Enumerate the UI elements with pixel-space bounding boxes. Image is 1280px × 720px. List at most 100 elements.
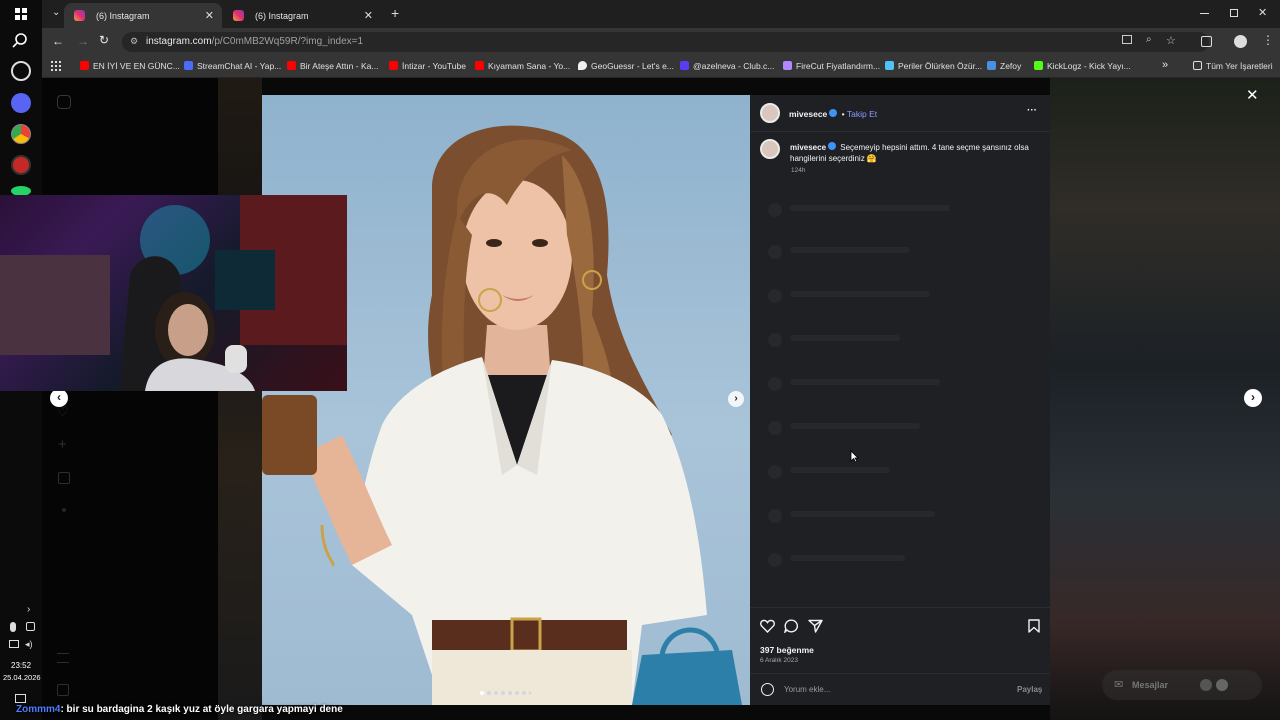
caption-time: 124h	[791, 167, 806, 174]
comment-icon[interactable]	[784, 619, 799, 633]
post-image: ›	[262, 95, 750, 705]
comment-placeholder-line	[790, 511, 935, 517]
tab-instagram-2[interactable]: (6) Instagram ✕	[223, 3, 381, 28]
bookmark-item[interactable]: Periler Ölürken Özür...	[885, 61, 982, 71]
kick-icon	[1034, 61, 1043, 70]
search-icon[interactable]	[12, 32, 28, 48]
forward-button[interactable]: →	[77, 34, 89, 48]
comment-placeholder-avatar	[768, 203, 782, 217]
comment-placeholder-avatar	[768, 553, 782, 567]
carousel-indicator	[480, 691, 532, 695]
messages-label: Mesajlar	[1132, 680, 1169, 690]
chatgpt-icon[interactable]	[11, 61, 31, 81]
geoguessr-icon	[578, 61, 587, 70]
notification-icon[interactable]	[15, 694, 26, 703]
bookmark-item[interactable]: StreamChat AI - Yap...	[184, 61, 281, 71]
reload-button[interactable]: ↻	[99, 33, 109, 47]
chat-username: Zommm4	[16, 704, 61, 715]
like-count[interactable]: 397 beğenme	[760, 645, 814, 655]
firecut-icon	[783, 61, 792, 70]
messages-avatar	[1216, 679, 1228, 691]
camera-icon[interactable]	[26, 622, 35, 631]
windows-start-icon[interactable]	[15, 8, 27, 20]
bookmark-item[interactable]: Kıyamam Sana - Yo...	[475, 61, 570, 71]
clock-date[interactable]: 25.04.2026	[3, 673, 41, 682]
bookmark-item[interactable]: EN İYİ VE EN GÜNC...	[80, 61, 180, 71]
network-icon[interactable]	[9, 640, 19, 648]
bookmark-item[interactable]: Bir Ateşe Attın - Ka...	[287, 61, 378, 71]
address-bar[interactable]: ⚙ instagram.com/p/C0mMB2Wq59R/?img_index…	[122, 32, 1209, 52]
comment-placeholder-line	[790, 555, 905, 561]
tab-instagram-1[interactable]: (6) Instagram ✕	[64, 3, 222, 28]
comment-placeholder-line	[790, 467, 890, 473]
follow-button[interactable]: Takip Et	[847, 109, 877, 119]
minimize-button[interactable]	[1200, 13, 1209, 14]
comment-placeholder-line	[790, 291, 930, 297]
new-tab-button[interactable]: +	[391, 5, 399, 21]
like-icon[interactable]	[760, 619, 775, 633]
post-options-button[interactable]: ···	[1027, 105, 1037, 116]
share-icon[interactable]	[808, 619, 823, 633]
bookmark-item[interactable]: KickLogz - Kick Yayı...	[1034, 61, 1131, 71]
zoom-icon[interactable]: ⌕	[1146, 34, 1152, 45]
extensions-icon[interactable]	[1201, 36, 1212, 47]
next-post-button[interactable]: ›	[1244, 389, 1262, 407]
install-app-icon[interactable]	[1122, 35, 1132, 44]
comment-placeholder-line	[790, 379, 940, 385]
profile-avatar[interactable]	[1234, 35, 1247, 48]
save-icon[interactable]	[1028, 619, 1040, 633]
tab-close-icon[interactable]: ✕	[205, 9, 214, 22]
mic-icon[interactable]	[10, 622, 16, 632]
tab-title: (6) Instagram	[96, 11, 150, 21]
bookmark-item[interactable]: GeoGuessr - Let's e...	[578, 61, 674, 71]
restore-button[interactable]	[1230, 9, 1238, 17]
next-image-button[interactable]: ›	[728, 391, 744, 407]
verified-badge-icon	[828, 142, 837, 150]
chevron-right-icon[interactable]: ›	[27, 604, 30, 615]
stream-chat-message: Zommm4: bir su bardagina 2 kaşık yuz at …	[16, 704, 343, 715]
clock-time[interactable]: 23:52	[11, 661, 31, 670]
messages-avatar	[1200, 679, 1212, 691]
club-icon	[680, 61, 689, 70]
youtube-icon	[80, 61, 89, 70]
bookmark-item[interactable]: İntizar - YouTube	[389, 61, 466, 71]
header-divider	[750, 131, 1050, 132]
previous-post-button[interactable]: ‹	[50, 389, 68, 407]
caption-avatar[interactable]	[760, 139, 780, 159]
bookmark-star-icon[interactable]: ☆	[1166, 34, 1176, 47]
all-bookmarks-folder[interactable]: Tüm Yer İşaretleri	[1193, 61, 1273, 71]
author-username[interactable]: mivesece	[789, 109, 827, 119]
youtube-icon	[287, 61, 296, 70]
url-host: instagram.com	[146, 36, 212, 47]
post-comment-button[interactable]: Paylaş	[1017, 685, 1042, 694]
bookmark-item[interactable]: @azelneva - Club.c...	[680, 61, 774, 71]
tab-search-icon[interactable]: ⌄	[52, 7, 60, 18]
comment-placeholder-avatar	[768, 509, 782, 523]
messages-widget[interactable]: ✉ Mesajlar	[1102, 670, 1262, 700]
caption-username[interactable]: mivesece	[790, 143, 826, 152]
site-info-icon[interactable]: ⚙	[130, 36, 138, 47]
volume-icon[interactable]: ◂)	[25, 639, 33, 650]
comment-placeholder-avatar	[768, 377, 782, 391]
bookmarks-overflow-button[interactable]: »	[1162, 59, 1168, 71]
mouse-cursor-icon	[850, 450, 859, 463]
chrome-icon[interactable]	[11, 124, 31, 144]
app-icon[interactable]	[11, 155, 31, 175]
window-close-button[interactable]: ✕	[1258, 6, 1267, 19]
close-modal-button[interactable]: ✕	[1246, 86, 1259, 104]
emoji-icon[interactable]	[761, 683, 774, 696]
apps-icon[interactable]	[51, 61, 61, 71]
author-avatar[interactable]	[760, 103, 780, 123]
streamchat-icon	[184, 61, 193, 70]
discord-icon[interactable]	[11, 93, 31, 113]
comment-input[interactable]: Yorum ekle...	[784, 685, 830, 694]
menu-icon[interactable]: ⋮	[1262, 33, 1274, 47]
post-panel: mivesece • Takip Et ··· mivesece Seçemey…	[750, 95, 1050, 705]
bookmark-item[interactable]: Zefoy	[987, 61, 1021, 71]
bookmark-item[interactable]: FireCut Fiyatlandırm...	[783, 61, 880, 71]
comment-placeholder-avatar	[768, 421, 782, 435]
thumbs-up-icon	[987, 61, 996, 70]
webcam-overlay	[0, 195, 347, 391]
back-button[interactable]: ←	[52, 34, 64, 48]
tab-close-icon[interactable]: ✕	[364, 9, 373, 22]
